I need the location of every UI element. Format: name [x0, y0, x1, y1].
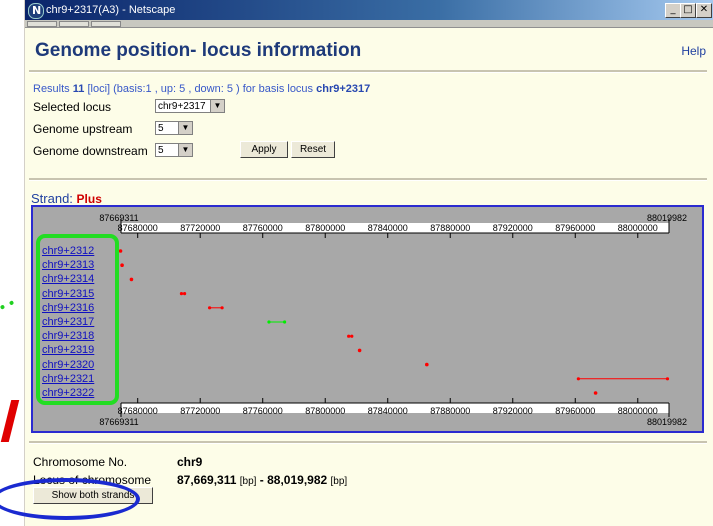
locus-link[interactable]: chr9+2312 — [42, 245, 94, 257]
selected-locus-label: Selected locus — [33, 100, 112, 114]
upstream-select[interactable]: 5 ▼ — [155, 121, 193, 135]
tick-label-top: 87840000 — [368, 223, 408, 233]
locus-point — [120, 263, 124, 267]
title-bar: chr9+2317(A3) - Netscape _ □ ✕ — [25, 0, 713, 21]
results-summary: Results 11 [loci] (basis:1 , up: 5 , dow… — [33, 83, 371, 95]
divider — [29, 178, 707, 181]
locus-point — [357, 348, 362, 353]
locus-start-point — [207, 306, 212, 310]
locus-link[interactable]: chr9+2318 — [42, 330, 94, 342]
selected-locus-select[interactable]: chr9+2317 ▼ — [155, 99, 225, 113]
locus-link[interactable]: chr9+2313 — [42, 259, 94, 271]
tick-label-bottom: 87840000 — [368, 406, 408, 416]
selected-locus-value: chr9+2317 — [158, 101, 206, 112]
locus-range-value: 87,669,311 [bp] - 88,019,982 [bp] — [177, 473, 348, 487]
tick-label-top: 88000000 — [618, 223, 658, 233]
page-title: Genome position- locus information — [35, 40, 362, 61]
basis-locus: chr9+2317 — [316, 83, 371, 95]
range-end-label-bottom: 88019982 — [647, 417, 687, 427]
locus-link[interactable]: chr9+2320 — [42, 359, 94, 371]
window-title: chr9+2317(A3) - Netscape — [46, 4, 176, 16]
tick-label-top: 87800000 — [305, 223, 345, 233]
locus-map-panel: 87669311 88019982 87669311 88019982 87680000… — [31, 205, 704, 433]
close-button[interactable]: ✕ — [696, 3, 712, 18]
strand-indicator: Strand: Plus — [31, 191, 102, 206]
downstream-select[interactable]: 5 ▼ — [155, 143, 193, 157]
locus-start-point — [576, 377, 580, 381]
tick-label-bottom: 87680000 — [118, 406, 158, 416]
downstream-label: Genome downstream — [33, 144, 148, 158]
locus-end-point — [182, 292, 187, 296]
chromosome-label: Chromosome No. — [33, 455, 128, 469]
tick-label-bottom: 88000000 — [618, 406, 658, 416]
reset-button[interactable]: Reset — [291, 141, 335, 158]
locus-map-chart: 87669311 88019982 87669311 88019982 87680000… — [99, 213, 687, 427]
tick-label-top: 87760000 — [243, 223, 283, 233]
tick-label-top: 87880000 — [430, 223, 470, 233]
chevron-down-icon[interactable]: ▼ — [178, 122, 192, 134]
locus-start-point — [267, 320, 271, 324]
tick-label-bottom: 87760000 — [243, 406, 283, 416]
locus-start-point — [179, 292, 184, 296]
tick-label-top: 87680000 — [118, 223, 158, 233]
annotation-red-arrow — [0, 400, 20, 442]
locus-link[interactable]: chr9+2322 — [42, 387, 94, 399]
locus-point — [129, 277, 134, 282]
strand-value: Plus — [76, 192, 102, 206]
locus-end-point — [220, 306, 224, 310]
upstream-label: Genome upstream — [33, 122, 133, 136]
divider — [29, 441, 707, 444]
locus-point — [118, 249, 123, 253]
locus-point — [425, 362, 429, 367]
tick-label-bottom: 87960000 — [555, 406, 595, 416]
annotation-green-dots — [0, 300, 15, 310]
chromosome-value: chr9 — [177, 455, 203, 469]
tick-label-top: 87960000 — [555, 223, 595, 233]
locus-point — [593, 391, 598, 395]
locus-end-point — [665, 377, 670, 381]
locus-link[interactable]: chr9+2316 — [42, 302, 94, 314]
locus-link[interactable]: chr9+2317 — [42, 316, 94, 328]
locus-end-point — [282, 320, 287, 324]
locus-link[interactable]: chr9+2315 — [42, 288, 94, 300]
tick-label-top: 87920000 — [493, 223, 533, 233]
chevron-down-icon[interactable]: ▼ — [210, 100, 224, 112]
tick-label-bottom: 87720000 — [180, 406, 220, 416]
minimize-button[interactable]: _ — [665, 3, 681, 18]
range-start-label-bottom: 87669311 — [99, 417, 138, 427]
maximize-button[interactable]: □ — [680, 3, 696, 18]
results-count: 11 — [72, 83, 85, 95]
range-end-label-top: 88019982 — [647, 213, 687, 223]
chevron-down-icon[interactable]: ▼ — [178, 144, 192, 156]
upstream-value: 5 — [158, 123, 164, 134]
range-start-label-top: 87669311 — [99, 213, 138, 223]
tick-label-bottom: 87800000 — [305, 406, 345, 416]
tick-label-bottom: 87880000 — [430, 406, 470, 416]
locus-link[interactable]: chr9+2319 — [42, 344, 94, 356]
locus-end-point — [350, 334, 354, 338]
downstream-value: 5 — [158, 145, 164, 156]
tick-label-top: 87720000 — [180, 223, 220, 233]
locus-start-point — [347, 334, 351, 338]
netscape-icon — [28, 1, 44, 21]
tick-label-bottom: 87920000 — [493, 406, 533, 416]
browser-window: chr9+2317(A3) - Netscape _ □ ✕ Genome po… — [24, 0, 713, 526]
apply-button[interactable]: Apply — [240, 141, 288, 158]
divider — [29, 70, 707, 73]
locus-link[interactable]: chr9+2314 — [42, 273, 94, 285]
locus-link[interactable]: chr9+2321 — [42, 373, 94, 385]
toolbar-grip[interactable] — [25, 20, 713, 28]
help-link[interactable]: Help — [681, 44, 706, 58]
